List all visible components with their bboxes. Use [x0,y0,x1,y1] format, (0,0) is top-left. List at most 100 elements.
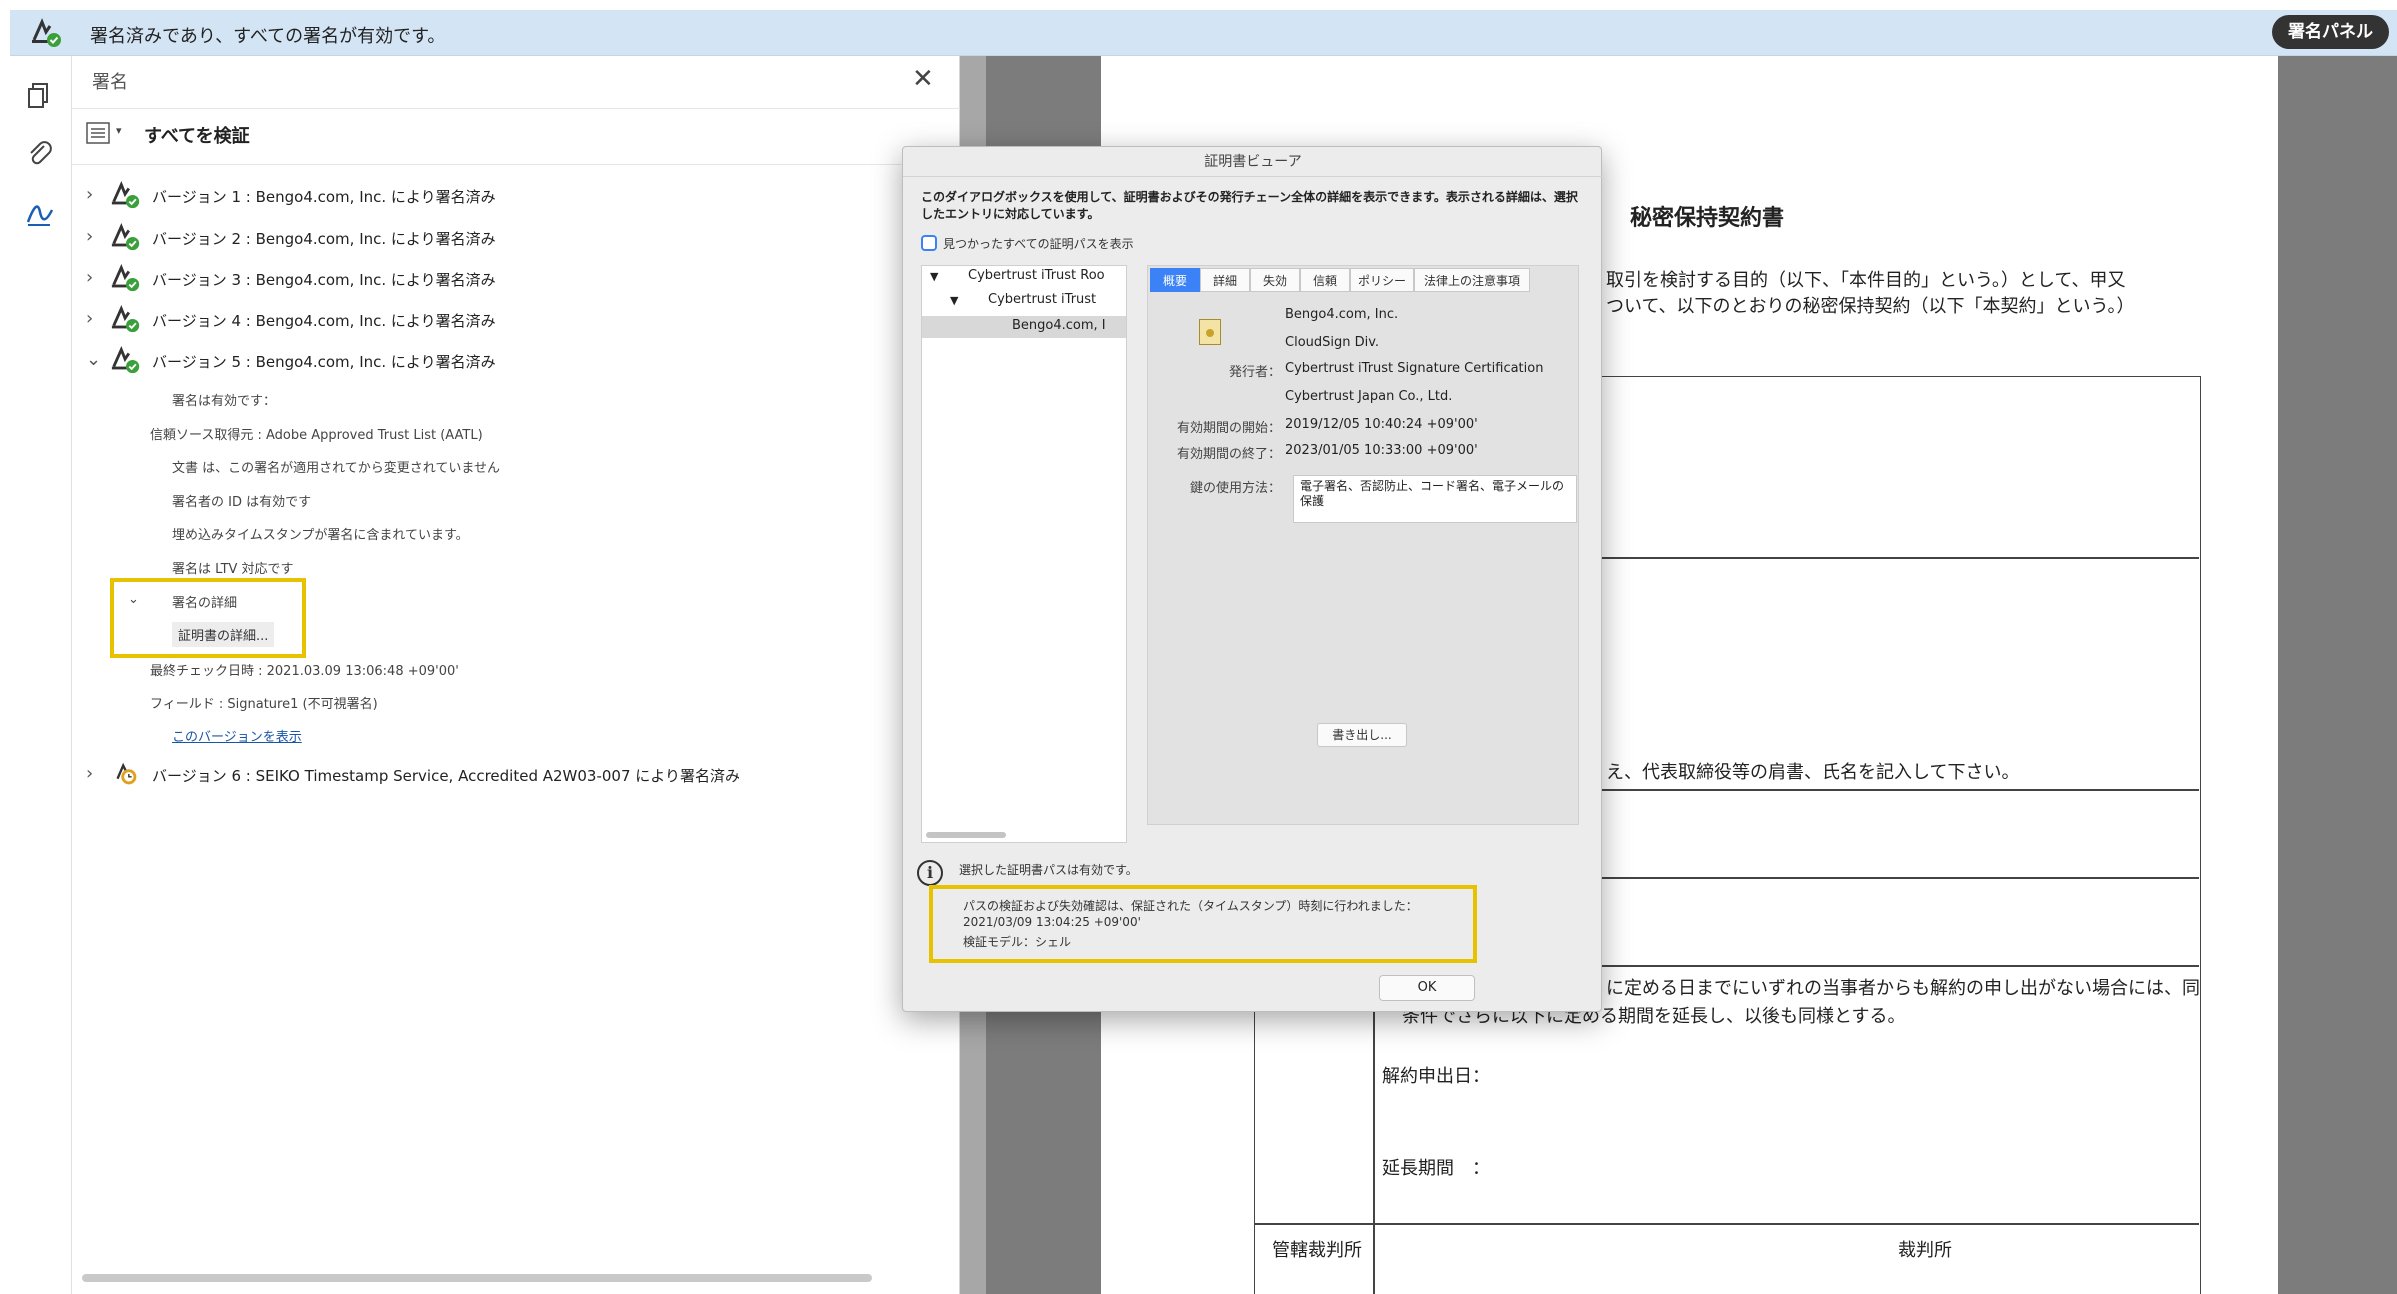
signature-valid-icon [111,264,140,292]
document-paragraph: ついて、以下のとおりの秘密保持契約（以下「本契約」という。） [1606,296,2135,317]
tab-trust[interactable]: 信頼 [1300,268,1350,292]
extension-label: 延長期間 ： [1382,1158,1490,1179]
court-label: 管轄裁判所 [1272,1240,1362,1261]
chevron-down-icon[interactable]: ▾ [116,124,122,137]
key-usage-label: 鍵の使用方法： [1189,481,1281,496]
certificate-details-button[interactable]: 証明書の詳細... [172,622,275,647]
issuer-name: Cybertrust iTrust Signature Certificatio… [1285,361,1544,376]
checkbox-label: 見つかったすべての証明パスを表示 [943,237,1134,251]
document-note: え、代表取締役等の肩書、氏名を記入して下さい。 [1606,762,2020,783]
tab-legal-notice[interactable]: 法律上の注意事項 [1414,268,1530,292]
valid-to-value: 2023/01/05 10:33:00 +09'00' [1285,443,1478,458]
verify-all-button[interactable]: すべてを検証 [144,122,250,148]
issuer-org: Cybertrust Japan Co., Ltd. [1285,389,1453,404]
timestamp-line: パスの検証および失効確認は、保証された（タイムスタンプ）時刻に行われました： [963,899,1418,913]
signature-valid-icon [111,346,140,374]
tab-details[interactable]: 詳細 [1200,268,1250,292]
chevron-right-icon[interactable]: › [86,267,93,288]
timestamp-included-text: 埋め込みタイムスタンプが署名に含まれています。 [172,528,469,543]
version-label: バージョン 4 : Bengo4.com, Inc. により署名済み [152,312,496,330]
key-usage-field[interactable]: 電子署名、否認防止、コード署名、電子メールの保護 [1293,475,1577,523]
signature-version-2[interactable]: › バージョン 2 : Bengo4.com, Inc. により署名済み [86,222,946,256]
timestamp-signature-icon [116,762,137,785]
trust-source-text: 信頼ソース取得元 : Adobe Approved Trust List (AA… [150,428,483,443]
version-label: バージョン 2 : Bengo4.com, Inc. により署名済み [152,230,496,248]
path-valid-text: 選択した証明書パスは有効です。 [959,863,1138,877]
document-title: 秘密保持契約書 [1630,206,1785,231]
signature-version-1[interactable]: › バージョン 1 : Bengo4.com, Inc. により署名済み [86,180,946,214]
table-rule [1255,1223,2199,1225]
export-button[interactable]: 書き出し... [1317,723,1407,747]
horizontal-scrollbar[interactable] [82,1274,872,1282]
last-checked-text: 最終チェック日時 : 2021.03.09 13:06:48 +09'00' [150,664,459,679]
renewal-clause: に定める日までにいずれの当事者からも解約の申し出がない場合には、同 [1606,978,2200,999]
acrobat-window: 署名済みであり、すべての署名が有効です。 署名パネル 署名 ✕ ▾ すべてを検証… [0,0,2397,1294]
signer-id-valid-text: 署名者の ID は有効です [172,495,312,510]
attachment-icon[interactable] [24,138,56,170]
close-icon[interactable]: ✕ [912,64,934,94]
tool-rail [10,56,72,1294]
chevron-right-icon[interactable]: › [86,226,93,247]
signature-valid-text: 署名は有効です： [172,394,277,409]
dialog-description: このダイアログボックスを使用して、証明書およびその発行チェーン全体の詳細を表示で… [921,190,1578,221]
subject-org: CloudSign Div. [1285,335,1380,350]
tab-summary[interactable]: 概要 [1150,268,1200,292]
info-icon: i [917,860,943,886]
signature-status-bar: 署名済みであり、すべての署名が有効です。 署名パネル [10,10,2397,56]
chevron-right-icon[interactable]: › [86,308,93,329]
valid-from-value: 2019/12/05 10:40:24 +09'00' [1285,417,1478,432]
certificate-chain-tree: ▼ Cybertrust iTrust Roo ▼ Cybertrust iTr… [921,265,1127,843]
show-version-link[interactable]: このバージョンを表示 [172,726,302,745]
signature-version-4[interactable]: › バージョン 4 : Bengo4.com, Inc. により署名済み [86,304,946,338]
tree-node-root[interactable]: Cybertrust iTrust Roo [968,268,1105,283]
signature-version-3[interactable]: › バージョン 3 : Bengo4.com, Inc. により署名済み [86,263,946,297]
dialog-title: 証明書ビューア [903,147,1603,177]
tab-revocation[interactable]: 失効 [1250,268,1300,292]
ok-button[interactable]: OK [1379,975,1475,1001]
field-text: フィールド : Signature1 (不可視署名) [150,697,378,712]
subject-name: Bengo4.com, Inc. [1285,307,1399,322]
certificate-viewer-dialog: 証明書ビューア このダイアログボックスを使用して、証明書およびその発行チェーン全… [902,146,1603,1012]
issuer-label: 発行者： [1228,365,1281,380]
chevron-down-icon[interactable]: ▼ [930,270,938,283]
pages-icon[interactable] [24,80,56,112]
signature-valid-icon [111,305,140,333]
signature-valid-icon [32,18,61,47]
chevron-right-icon[interactable]: › [86,763,93,784]
version-label: バージョン 6 : SEIKO Timestamp Service, Accre… [152,767,740,785]
signature-icon[interactable] [24,198,56,230]
table-rule [1373,965,1375,1294]
page-gutter [2278,56,2397,1294]
signature-valid-icon [111,223,140,251]
divider [72,164,960,165]
list-options-icon[interactable] [86,122,110,144]
valid-to-label: 有効期間の終了： [1176,447,1281,462]
tree-scrollbar[interactable] [926,832,1006,838]
signature-valid-icon [111,181,140,209]
cancel-date-label: 解約申出日： [1382,1066,1490,1087]
tree-node-intermediate[interactable]: Cybertrust iTrust [988,292,1096,307]
certificate-icon [1199,319,1221,345]
document-paragraph: 取引を検討する目的（以下、「本件目的」という。）として、甲又 [1606,270,2126,291]
signature-details-toggle[interactable]: 署名の詳細 [172,592,237,611]
version-label: バージョン 1 : Bengo4.com, Inc. により署名済み [152,188,496,206]
divider [72,108,960,109]
timestamp-line: 2021/03/09 13:04:25 +09'00' [963,915,1141,929]
signature-status-message: 署名済みであり、すべての署名が有効です。 [90,26,446,47]
signature-version-6[interactable]: › バージョン 6 : SEIKO Timestamp Service, Acc… [86,759,946,793]
checkbox-icon[interactable] [921,235,937,251]
timestamp-line: 検証モデル：シェル [963,935,1072,949]
signature-panel-button[interactable]: 署名パネル [2272,15,2389,49]
not-modified-text: 文書 は、この署名が適用されてから変更されていません [172,461,500,476]
chevron-down-icon[interactable]: ⌄ [128,592,139,607]
tab-policy[interactable]: ポリシー [1350,268,1414,292]
valid-from-label: 有効期間の開始： [1176,421,1281,436]
chevron-down-icon[interactable]: ⌄ [86,349,101,370]
tree-node-leaf[interactable]: Bengo4.com, I [1012,318,1106,333]
version-label: バージョン 3 : Bengo4.com, Inc. により署名済み [152,271,496,289]
panel-title: 署名 [92,72,128,93]
version-label: バージョン 5 : Bengo4.com, Inc. により署名済み [152,353,496,371]
chevron-down-icon[interactable]: ▼ [950,294,958,307]
chevron-right-icon[interactable]: › [86,184,93,205]
signature-version-5[interactable]: ⌄ バージョン 5 : Bengo4.com, Inc. により署名済み [86,345,946,379]
